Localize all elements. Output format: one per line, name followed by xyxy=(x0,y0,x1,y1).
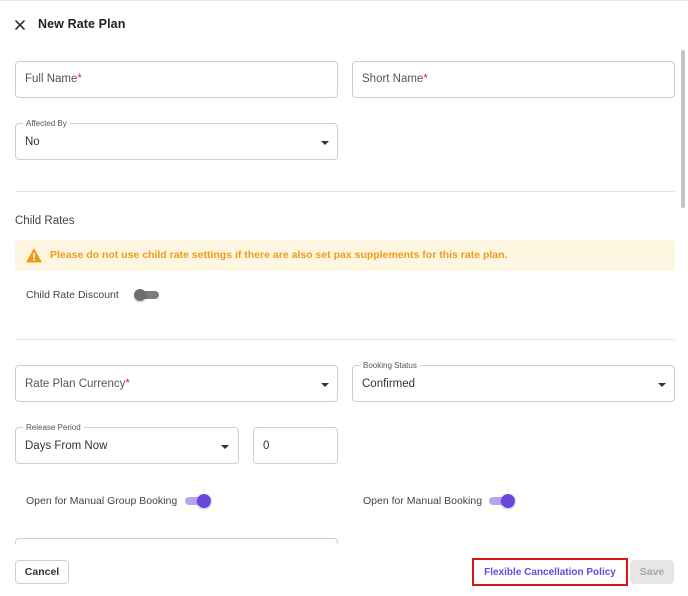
booking-status-value: Confirmed xyxy=(362,378,416,390)
release-period-legend: Release Period xyxy=(23,422,84,433)
toggle-knob xyxy=(501,494,515,508)
section-divider xyxy=(15,339,675,340)
flexible-cancellation-policy-button[interactable]: Flexible Cancellation Policy xyxy=(472,558,628,586)
manual-booking-toggle[interactable] xyxy=(489,494,515,508)
affected-by-select[interactable]: Affected By No xyxy=(15,118,338,160)
full-name-field[interactable]: Full Name* xyxy=(15,61,338,98)
affected-by-value: No xyxy=(25,136,40,148)
release-period-amount-input[interactable]: 0 xyxy=(253,427,338,464)
release-period-select[interactable]: Release Period Days From Now xyxy=(15,422,239,464)
child-rate-discount-toggle[interactable] xyxy=(134,288,159,302)
affected-by-legend: Affected By xyxy=(23,118,70,129)
short-name-placeholder: Short Name* xyxy=(362,73,428,85)
scrollbar-thumb[interactable] xyxy=(681,50,685,208)
child-rate-discount-label: Child Rate Discount xyxy=(26,289,119,301)
full-name-placeholder: Full Name* xyxy=(25,73,82,85)
save-button[interactable]: Save xyxy=(630,560,674,584)
warning-text: Please do not use child rate settings if… xyxy=(50,249,508,261)
manual-booking-label: Open for Manual Booking xyxy=(363,495,483,507)
release-period-amount-value: 0 xyxy=(263,440,270,452)
currency-placeholder: Rate Plan Currency* xyxy=(25,378,130,390)
warning-icon xyxy=(26,248,42,263)
chevron-down-icon xyxy=(658,383,666,387)
short-name-field[interactable]: Short Name* xyxy=(352,61,675,98)
dialog-title: New Rate Plan xyxy=(38,17,126,31)
toggle-knob xyxy=(134,289,146,301)
booking-status-select[interactable]: Booking Status Confirmed xyxy=(352,360,675,402)
release-period-value: Days From Now xyxy=(25,440,108,452)
dialog-header: New Rate Plan xyxy=(0,0,688,50)
child-rates-warning: Please do not use child rate settings if… xyxy=(15,240,675,271)
manual-group-booking-label: Open for Manual Group Booking xyxy=(26,495,178,507)
dialog-footer: Cancel Flexible Cancellation Policy Save xyxy=(0,544,688,596)
booking-status-legend: Booking Status xyxy=(360,360,420,371)
manual-group-booking-toggle[interactable] xyxy=(185,494,211,508)
toggle-knob xyxy=(197,494,211,508)
chevron-down-icon xyxy=(321,141,329,145)
child-rates-title: Child Rates xyxy=(15,215,75,227)
chevron-down-icon xyxy=(221,445,229,449)
chevron-down-icon xyxy=(321,383,329,387)
section-divider xyxy=(15,191,675,192)
close-icon[interactable] xyxy=(14,19,26,31)
cancel-button[interactable]: Cancel xyxy=(15,560,69,584)
currency-select[interactable]: Rate Plan Currency* xyxy=(15,365,338,402)
